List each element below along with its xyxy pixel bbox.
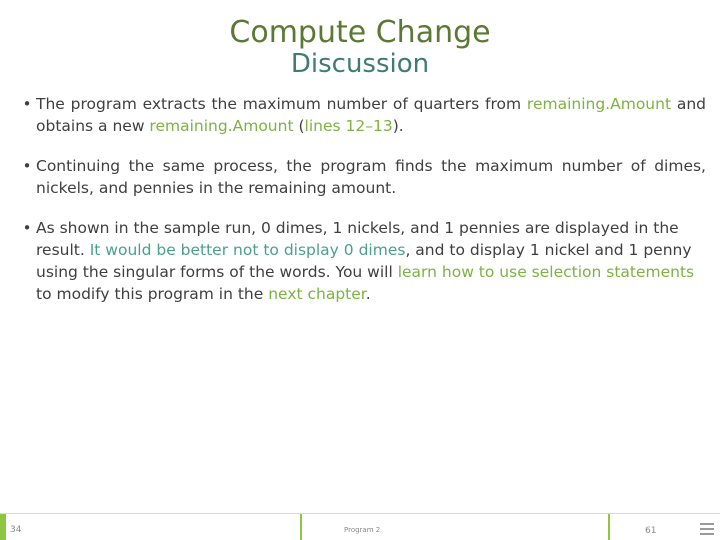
footer-accent-right [608,514,610,540]
footer-course-label: Program 2 [344,526,381,534]
bullet-segment: to modify this program in the [36,284,269,303]
footer-bar: 34 Program 2 61 [0,513,720,540]
bullet-marker: • [22,156,32,175]
bullet-segment: ). [392,116,404,135]
bullet-marker: • [22,218,32,237]
slide-title: Compute Change Discussion [0,0,720,79]
bullet-item: • The program extracts the maximum numbe… [18,93,706,137]
bullet-segment-highlight: next chapter [268,284,366,303]
bullet-segment: . [365,284,371,303]
bullet-text: As shown in the sample run, 0 dimes, 1 n… [36,217,706,305]
bullet-segment: The program extracts the maximum number … [36,94,527,113]
slide: Compute Change Discussion • The program … [0,0,720,540]
title-line-2: Discussion [290,48,430,79]
bullet-text: Continuing the same process, the program… [36,155,706,199]
bullet-segment-highlight: lines 12–13 [304,116,393,135]
slide-body: • The program extracts the maximum numbe… [0,93,720,305]
bullet-segment-highlight: remaining.Amount [526,94,672,113]
bullet-segment-highlight: learn how to use selection statements [397,262,695,281]
bullet-item: • As shown in the sample run, 0 dimes, 1… [18,217,706,305]
bullet-segment: ( [293,116,305,135]
bullet-marker: • [22,94,32,113]
title-line-1: Compute Change [229,15,491,50]
bullet-item: • Continuing the same process, the progr… [18,155,706,199]
footer-slide-number-left: 34 [10,525,22,535]
footer-accent-left [0,514,6,540]
bullet-segment-highlight: It would be better not to display 0 dime… [89,240,406,259]
footer-page-number: 61 [645,526,657,536]
bullet-segment-highlight: remaining.Amount [149,116,294,135]
bullet-segment: Continuing the same process, the program… [36,156,706,197]
hamburger-icon[interactable] [700,523,714,535]
bullet-text: The program extracts the maximum number … [36,93,706,137]
footer-accent-mid [300,514,302,540]
